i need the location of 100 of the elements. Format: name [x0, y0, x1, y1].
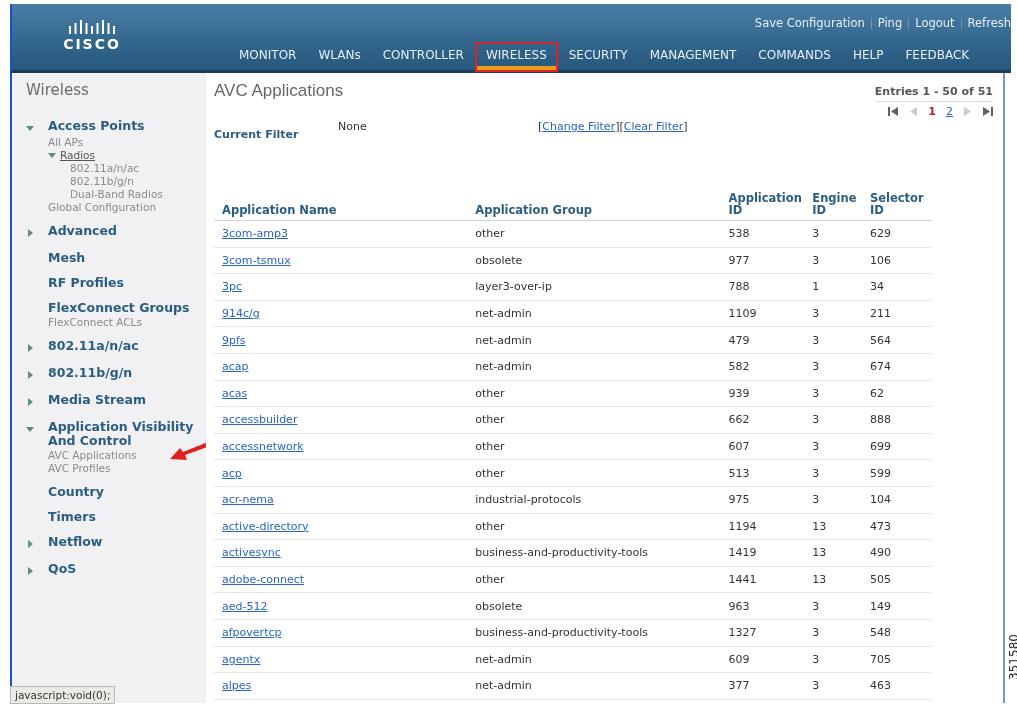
table-cell: 490	[869, 546, 891, 560]
application-link[interactable]: aed-512	[222, 599, 268, 613]
table-cell: 888	[869, 413, 891, 427]
application-link[interactable]: acap	[222, 360, 249, 374]
menu-tab[interactable]: HELP	[841, 42, 895, 72]
table-cell: 599	[869, 466, 891, 480]
menu-tab[interactable]: FEEDBACK	[894, 42, 981, 72]
sidebar-subitem[interactable]: FlexConnect ACLs	[48, 315, 142, 328]
menu-tab[interactable]: MONITOR	[228, 42, 308, 72]
filter-value: None	[338, 120, 368, 133]
table-cell: other	[475, 227, 505, 241]
table-cell: 3	[812, 386, 820, 400]
table-cell: net-admin	[475, 679, 532, 693]
table-cell: layer3-over-ip	[475, 280, 552, 294]
application-link[interactable]: 3pc	[222, 280, 243, 294]
bracket: [	[619, 120, 624, 133]
table-cell: 3	[812, 360, 820, 374]
application-link[interactable]: 9pfs	[222, 333, 246, 347]
table-cell: 62	[869, 386, 884, 400]
application-link[interactable]: activesync	[222, 546, 281, 560]
last-page-icon[interactable]	[983, 107, 993, 116]
page-link[interactable]: 2	[946, 105, 953, 118]
application-link[interactable]: afpovertcp	[222, 626, 282, 640]
expanded-arrow-icon[interactable]	[26, 124, 34, 132]
sidebar-subitem[interactable]: Radios	[60, 148, 95, 161]
application-link[interactable]: 914c/g	[222, 307, 260, 321]
sidebar-subitem[interactable]: 802.11a/n/ac	[70, 161, 140, 174]
table-cell: 34	[869, 280, 884, 294]
sidebar-subitem[interactable]: 802.11b/g/n	[70, 174, 134, 187]
application-link[interactable]: accessnetwork	[222, 440, 304, 454]
table-cell: other	[475, 386, 505, 400]
sidebar-item[interactable]: FlexConnect Groups	[48, 301, 190, 315]
collapsed-arrow-icon[interactable]	[26, 398, 34, 406]
sidebar-item[interactable]: Mesh	[48, 251, 86, 265]
table-cell: 3	[812, 679, 820, 693]
table-cell: other	[475, 519, 505, 533]
header-link[interactable]: Ping	[877, 16, 903, 30]
table-cell: 3	[812, 493, 820, 507]
application-link[interactable]: acr-nema	[222, 493, 274, 507]
sidebar-item[interactable]: Access Points	[48, 119, 145, 133]
collapsed-arrow-icon[interactable]	[26, 229, 34, 237]
sidebar-subitem[interactable]: Global Configuration	[48, 200, 157, 213]
header-link[interactable]: Save Configuration	[754, 16, 865, 30]
filter-link[interactable]: Change Filter	[542, 120, 616, 133]
sidebar-item[interactable]: Advanced	[48, 224, 117, 238]
table-cell: 3	[812, 227, 820, 241]
application-link[interactable]: active-directory	[222, 519, 309, 533]
application-link[interactable]: alpes	[222, 679, 252, 693]
table-cell: net-admin	[475, 652, 532, 666]
sidebar-item[interactable]: 802.11b/g/n	[48, 366, 133, 380]
column-header: Selector ID	[869, 191, 924, 217]
filter-link[interactable]: Clear Filter	[623, 120, 684, 133]
sidebar-subitem[interactable]: AVC Profiles	[48, 461, 111, 474]
collapsed-arrow-icon[interactable]	[26, 344, 34, 352]
header-link[interactable]: Logout	[915, 16, 955, 30]
expanded-arrow-icon[interactable]	[26, 425, 34, 433]
sidebar-item[interactable]: QoS	[48, 562, 77, 576]
table-cell: 1327	[728, 626, 757, 640]
status-bar: javascript:void(0);	[10, 686, 116, 704]
menu-tab[interactable]: MANAGEMENT	[638, 42, 748, 72]
sidebar-item[interactable]: 802.11a/n/ac	[48, 339, 139, 353]
collapsed-arrow-icon[interactable]	[26, 540, 34, 548]
application-link[interactable]: accessbuilder	[222, 413, 298, 427]
first-page-icon[interactable]	[888, 107, 899, 116]
table-cell: other	[475, 440, 505, 454]
table-cell: 1	[812, 280, 820, 294]
expanded-arrow-icon[interactable]	[48, 150, 56, 159]
application-link[interactable]: acp	[222, 466, 242, 480]
application-link[interactable]: 3com-tsmux	[222, 253, 291, 267]
filter-label: Current Filter	[214, 128, 300, 141]
sidebar-subitem[interactable]: AVC Applications	[48, 448, 137, 461]
menu-tab[interactable]: SECURITY	[557, 42, 639, 72]
menu-tab[interactable]: WIRELESS	[474, 42, 558, 72]
collapsed-arrow-icon[interactable]	[26, 371, 34, 379]
table-cell: 3	[812, 413, 820, 427]
application-link[interactable]: acas	[222, 386, 248, 400]
sidebar-item[interactable]: Timers	[48, 510, 96, 524]
sidebar-item[interactable]: Application Visibility And Control	[48, 420, 206, 448]
menu-tab[interactable]: CONTROLLER	[371, 42, 475, 72]
application-link[interactable]: 3com-amp3	[222, 227, 288, 241]
sidebar-item[interactable]: RF Profiles	[48, 276, 124, 290]
menu-tab[interactable]: WLANs	[307, 42, 372, 72]
sidebar-subitem[interactable]: All APs	[48, 135, 84, 148]
table-cell: other	[475, 413, 505, 427]
menu-tab[interactable]: COMMANDS	[747, 42, 842, 72]
table-cell: 104	[869, 493, 891, 507]
page-link[interactable]: 1	[928, 105, 936, 118]
table-cell: 473	[869, 519, 891, 533]
sidebar-item[interactable]: Netflow	[48, 535, 103, 549]
sidebar-item[interactable]: Country	[48, 485, 104, 499]
application-link[interactable]: adobe-connect	[222, 573, 305, 586]
table-cell: 975	[728, 493, 750, 507]
header-link[interactable]: Refresh	[967, 16, 1011, 30]
collapsed-arrow-icon[interactable]	[26, 567, 34, 575]
table-cell: 939	[728, 386, 750, 400]
logo-bars-icon	[68, 18, 116, 34]
application-link[interactable]: agentx	[222, 652, 261, 666]
sidebar-item[interactable]: Media Stream	[48, 393, 147, 407]
sidebar-subitem[interactable]: Dual-Band Radios	[70, 187, 163, 200]
column-header: Application Name	[222, 203, 337, 217]
